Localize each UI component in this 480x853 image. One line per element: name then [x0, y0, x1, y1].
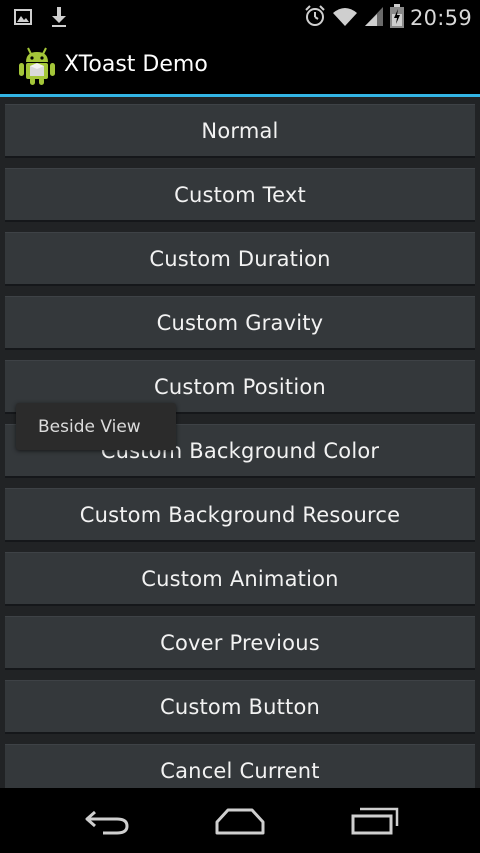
- page-title: XToast Demo: [64, 52, 208, 77]
- toast-message: Beside View: [16, 403, 176, 450]
- cover-previous-button[interactable]: Cover Previous: [5, 616, 475, 670]
- status-bar: 20:59: [0, 0, 480, 34]
- home-icon[interactable]: [214, 806, 266, 840]
- wifi-icon: [332, 5, 358, 31]
- action-bar: XToast Demo: [0, 34, 480, 94]
- status-bar-time: 20:59: [409, 6, 472, 30]
- battery-icon: [389, 4, 404, 32]
- recent-apps-icon[interactable]: [350, 806, 400, 840]
- custom-text-button[interactable]: Custom Text: [5, 168, 475, 222]
- cancel-current-button[interactable]: Cancel Current: [5, 744, 475, 788]
- custom-animation-button[interactable]: Custom Animation: [5, 552, 475, 606]
- alarm-icon: [304, 5, 326, 31]
- back-icon[interactable]: [83, 806, 131, 840]
- status-bar-system: 20:59: [304, 4, 472, 32]
- download-icon: [50, 6, 68, 32]
- custom-button-button[interactable]: Custom Button: [5, 680, 475, 734]
- status-bar-notifications: [14, 6, 68, 32]
- custom-duration-button[interactable]: Custom Duration: [5, 232, 475, 286]
- custom-gravity-button[interactable]: Custom Gravity: [5, 296, 475, 350]
- navigation-bar: [0, 788, 480, 853]
- signal-icon: [364, 5, 384, 31]
- normal-button[interactable]: Normal: [5, 104, 475, 158]
- android-robot-icon[interactable]: [18, 46, 56, 86]
- image-icon: [14, 8, 32, 30]
- custom-background-resource-button[interactable]: Custom Background Resource: [5, 488, 475, 542]
